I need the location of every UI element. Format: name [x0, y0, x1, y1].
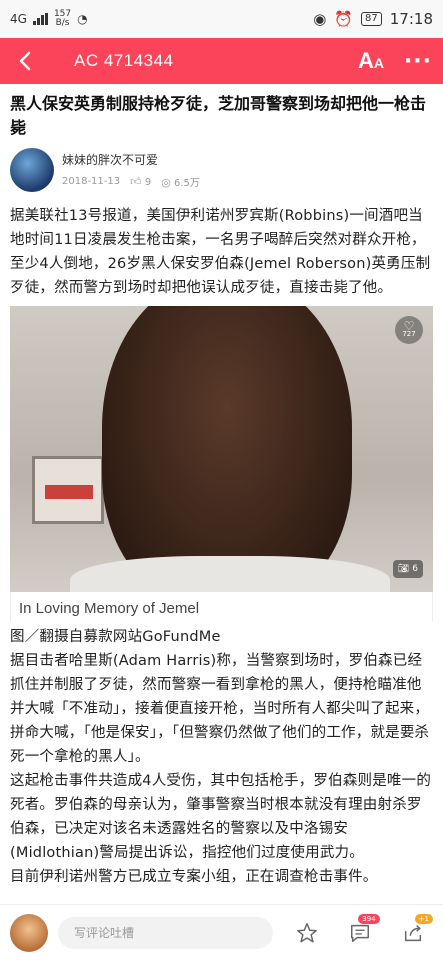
back-button[interactable] [0, 38, 50, 84]
article-photo[interactable]: ♡ 727 📷︎ 6 [10, 306, 433, 592]
share-button[interactable]: +1 [394, 913, 433, 953]
author-avatar[interactable] [10, 148, 54, 192]
article-paragraph: 目前伊利诺州警方已成立专案小组，正在调查枪击事件。 [10, 869, 378, 885]
article: 黑人保安英勇制服持枪歹徒，芝加哥警察到场却把他一枪击毙 妹妹的胖次不可爱 201… [0, 84, 443, 889]
status-bar: 4G 157 B/s ◔ ◉ ⏰ 87 17:18 [0, 0, 443, 38]
alarm-icon: ⏰ [334, 10, 354, 28]
article-meta: 2018-11-13 👍︎ 9 ◎ 6.5万 [62, 174, 200, 189]
eye-icon: ◎ [161, 176, 171, 189]
status-left: 4G 157 B/s ◔ [10, 10, 88, 28]
more-button[interactable]: ··· [393, 49, 443, 74]
article-paragraph: 据美联社13号报道，美国伊利诺州罗宾斯(Robbins)一间酒吧当地时间11日凌… [10, 208, 431, 296]
share-badge: +1 [414, 913, 433, 924]
comment-icon [350, 924, 369, 942]
author-info: 妹妹的胖次不可爱 2018-11-13 👍︎ 9 ◎ 6.5万 [62, 151, 200, 189]
photo-count: 6 [412, 564, 418, 574]
photo-credit: 图／翻摄自募款网站GoFundMe [10, 629, 221, 645]
author-name[interactable]: 妹妹的胖次不可爱 [62, 151, 200, 168]
comment-placeholder: 写评论吐槽 [74, 926, 135, 940]
clock: 17:18 [389, 10, 433, 28]
speed-unit: B/s [55, 18, 70, 28]
eye-icon: ◉ [313, 10, 327, 28]
publish-date: 2018-11-13 [62, 176, 121, 187]
battery-icon: 87 [361, 12, 382, 26]
article-headline: 黑人保安英勇制服持枪歹徒，芝加哥警察到场却把他一枪击毙 [10, 94, 427, 137]
chevron-left-icon [19, 51, 31, 71]
article-id-title: AC 4714344 [74, 51, 174, 70]
comments-badge: 394 [358, 913, 380, 924]
view-count: ◎ 6.5万 [161, 176, 200, 189]
camera-icon: 📷︎ [397, 564, 410, 574]
photo-caption: In Loving Memory of Jemel [10, 592, 433, 622]
font-size-button[interactable]: AA [349, 48, 393, 74]
bottom-bar: 写评论吐槽 394 +1 [0, 904, 443, 960]
font-size-icon: AA [357, 48, 384, 73]
network-speed: 157 B/s [54, 10, 71, 28]
portrait [102, 306, 352, 592]
thumbs-up-icon: 👍︎ [130, 175, 142, 188]
photo-like-button[interactable]: ♡ 727 [395, 316, 423, 344]
user-avatar[interactable] [10, 913, 48, 952]
author-row: 妹妹的胖次不可爱 2018-11-13 👍︎ 9 ◎ 6.5万 [10, 146, 433, 194]
like-count: 👍︎ 9 [130, 175, 152, 188]
favorite-button[interactable] [287, 913, 326, 953]
photo-count-badge[interactable]: 📷︎ 6 [392, 560, 423, 578]
status-right: ◉ ⏰ 87 17:18 [313, 10, 433, 28]
network-type: 4G [10, 12, 27, 26]
signal-icon [32, 13, 48, 25]
article-paragraph: 这起枪击事件共造成4人受伤，其中包括枪手，罗伯森则是唯一的死者。罗伯森的母亲认为… [10, 773, 432, 861]
wifi-icon: ◔ [77, 12, 88, 26]
background-sign [32, 456, 104, 524]
photo-like-count: 727 [402, 330, 416, 338]
comment-input[interactable]: 写评论吐槽 [58, 916, 273, 949]
shirt-collar [70, 556, 390, 592]
more-icon: ··· [403, 48, 433, 74]
star-icon [296, 922, 317, 942]
nav-bar: AC 4714344 AA ··· [0, 38, 443, 84]
article-paragraph: 据目击者哈里斯(Adam Harris)称，当警察到场时，罗伯森已经抓住并制服了… [10, 653, 430, 765]
comments-button[interactable]: 394 [340, 913, 380, 953]
share-icon [405, 924, 422, 941]
